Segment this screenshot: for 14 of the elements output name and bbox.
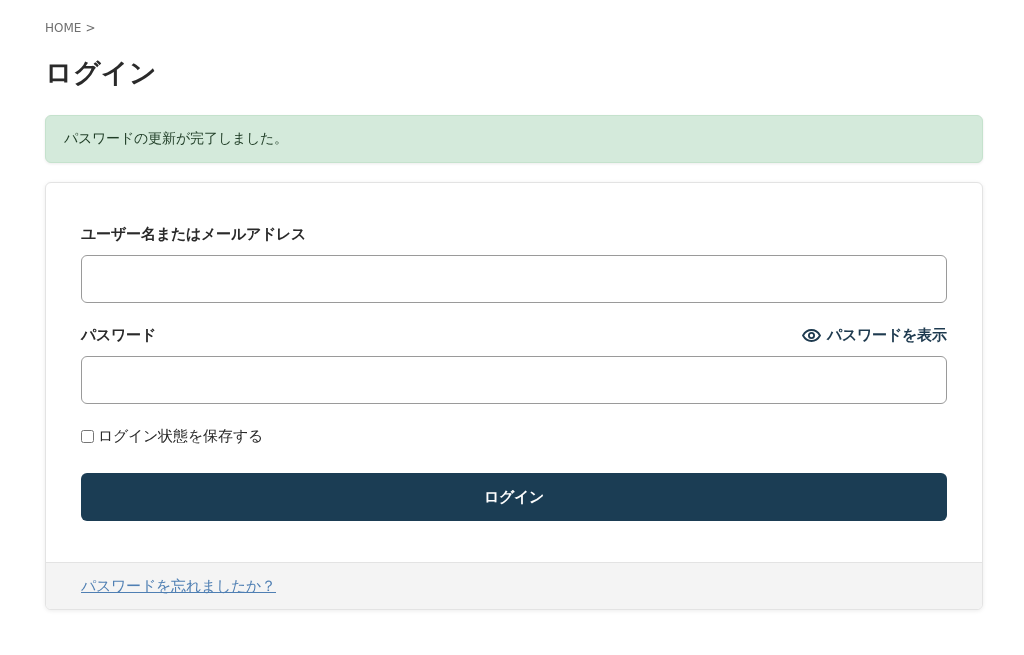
field-label: ユーザー名またはメールアドレス: [81, 224, 306, 245]
field-label: パスワード: [81, 325, 156, 346]
input-field[interactable]: [81, 356, 947, 404]
success-notice: パスワードの更新が完了しました。: [45, 115, 983, 163]
eye-icon: [802, 328, 821, 342]
forgot-password-link[interactable]: パスワードを忘れましたか？: [81, 575, 276, 597]
checkbox[interactable]: [81, 429, 94, 443]
login-button[interactable]: ログイン: [81, 473, 947, 521]
breadcrumb-link[interactable]: HOME: [45, 20, 82, 36]
breadcrumb-separator: >: [85, 20, 96, 36]
show-password-button[interactable]: パスワードを表示: [802, 324, 947, 346]
input-field[interactable]: [81, 255, 947, 303]
page-title: ログイン: [45, 56, 158, 90]
remember-label[interactable]: ログイン状態を保存する: [98, 425, 263, 447]
